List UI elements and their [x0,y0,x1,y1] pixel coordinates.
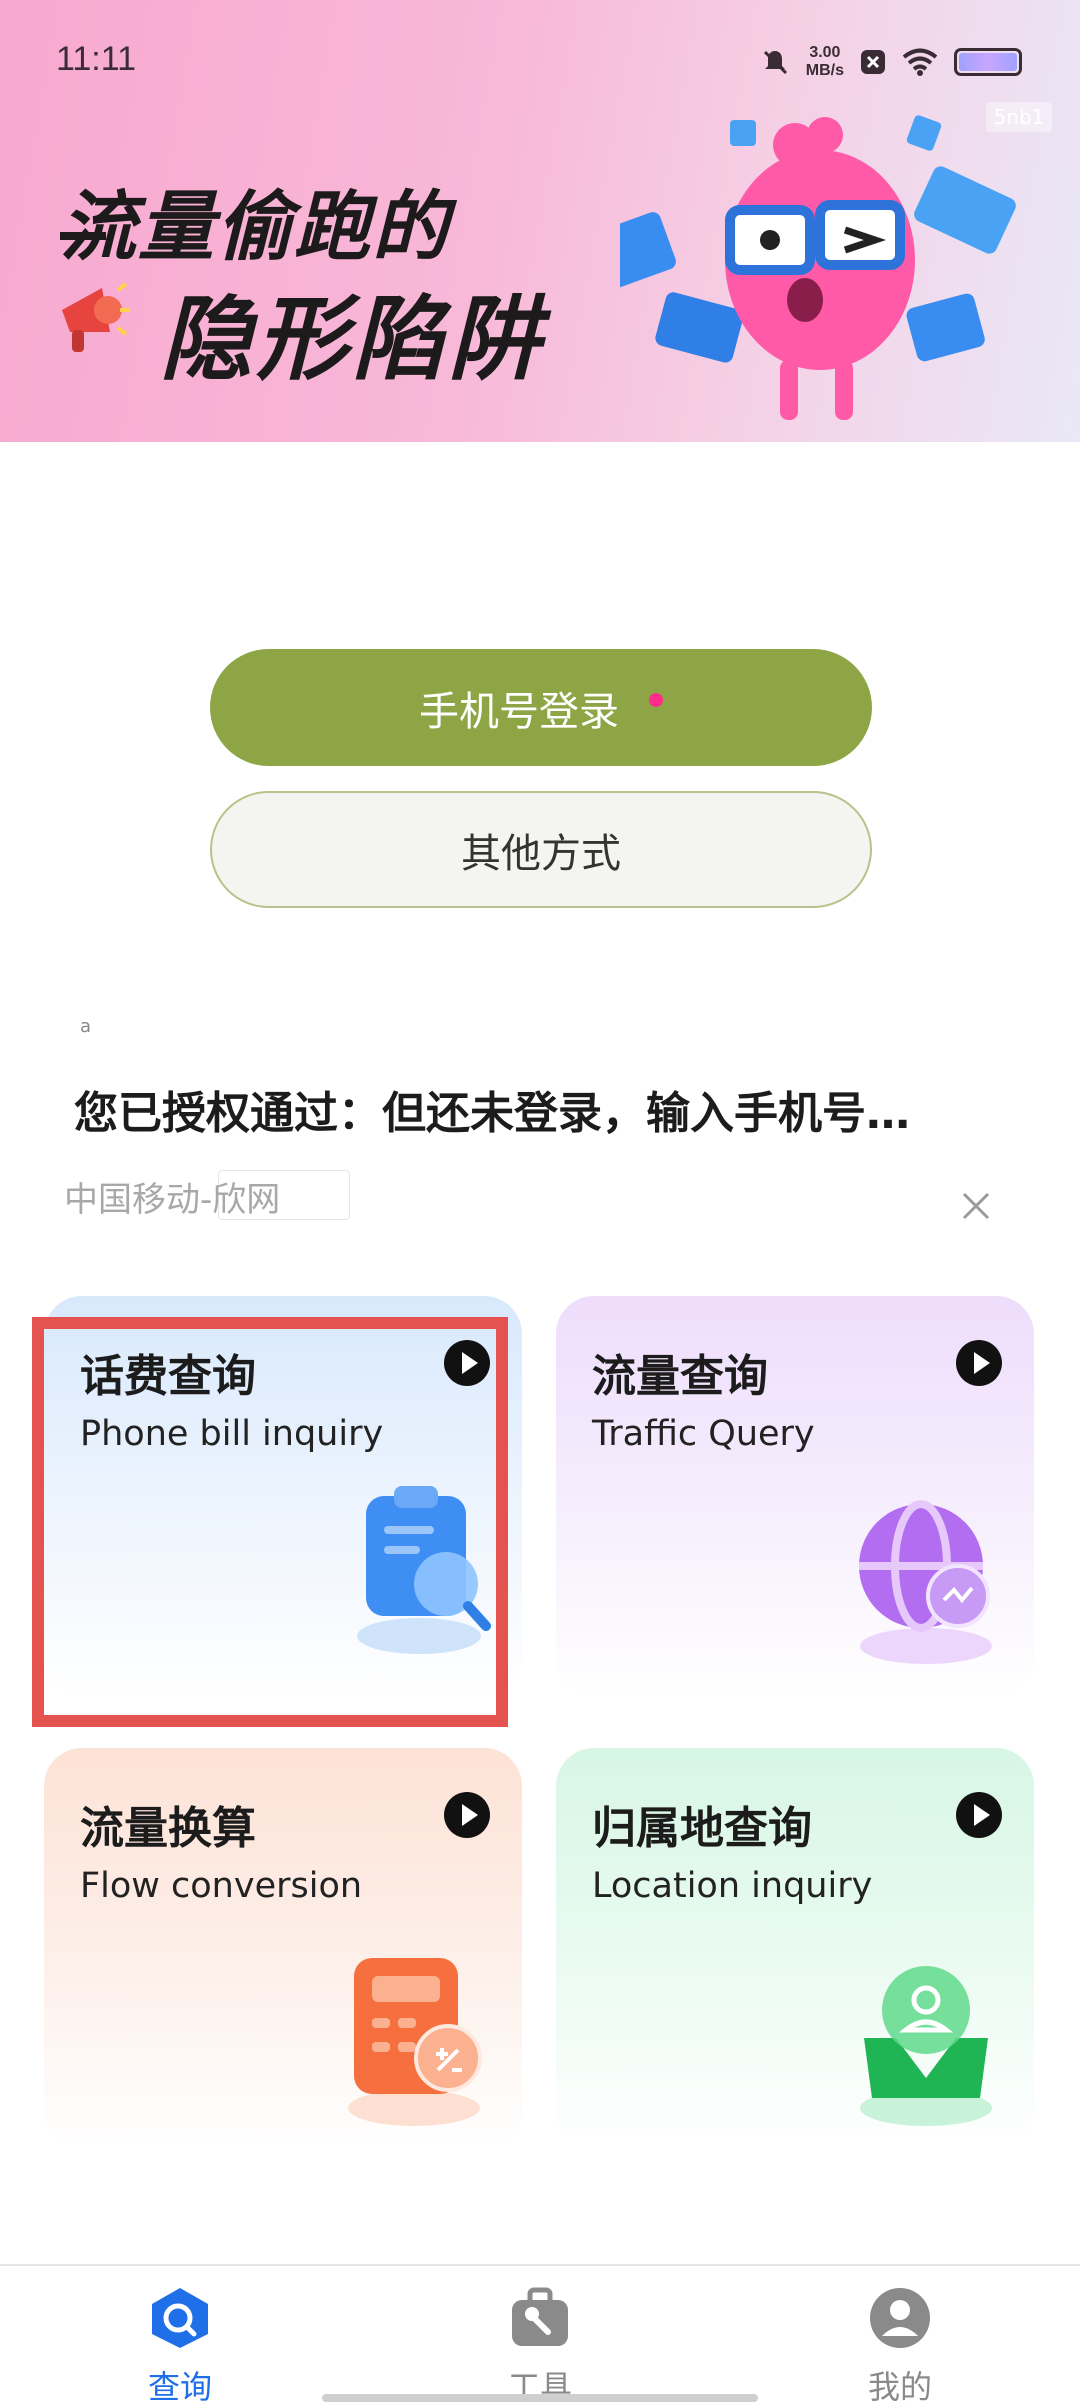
close-icon[interactable] [962,1192,990,1220]
tab-tools[interactable]: 工具 [470,2286,610,2408]
banner-headline-line1: 流量偷跑的 [60,182,450,271]
profile-icon [870,2288,930,2348]
battery-icon [954,48,1022,76]
home-indicator[interactable] [322,2394,758,2402]
play-icon[interactable] [956,1792,1002,1838]
calculator-icon [348,1958,482,2126]
query-icon [152,2288,208,2348]
card-title: 流量换算 [80,1803,256,1854]
status-time: 11:11 [56,40,137,78]
card-subtitle: Location inquiry [592,1866,873,1906]
mascot-illustration [620,115,1016,420]
tab-mine-label: 我的 [867,2368,932,2406]
card-location-inquiry[interactable]: 归属地查询 Location inquiry [556,1748,1034,2148]
other-login-button[interactable]: 其他方式 [210,791,872,908]
status-icons: 3.00 MB/s [760,44,1022,80]
toolbox-icon [512,2287,568,2346]
megaphone-icon [62,282,130,352]
banner-headline-line2: 隐形陷阱 [160,286,545,393]
phone-login-label: 手机号登录 [419,688,619,735]
card-subtitle: Traffic Query [592,1414,815,1454]
notification-dot [649,692,663,707]
bottom-nav: 查询 工具 我的 [0,2264,1080,2408]
ad-notice-text[interactable]: 您已授权通过：但还未登录，输入手机号… [74,1077,994,1141]
ad-source: 中国移动-欣网 [64,1180,281,1220]
wifi-icon [902,48,938,76]
play-icon[interactable] [956,1340,1002,1386]
card-traffic-query[interactable]: 流量查询 Traffic Query [556,1296,1034,1696]
notification-x-icon [861,50,885,74]
promo-banner[interactable]: 11:11 3.00 MB/s 5nb1 流量偷跑的 隐形陷阱 [0,0,1080,442]
card-title: 归属地查询 [592,1803,812,1854]
tab-query[interactable]: 查询 [110,2286,250,2408]
card-subtitle: Flow conversion [80,1866,363,1906]
mute-bell-icon [763,50,787,75]
tab-mine[interactable]: 我的 [830,2286,970,2408]
tab-query-label: 查询 [147,2368,212,2406]
globe-icon [859,1500,992,1664]
highlight-box [32,1317,508,1727]
other-login-label: 其他方式 [461,830,621,877]
ad-mark: a [80,1016,92,1037]
network-speed: 3.00 MB/s [805,44,844,79]
card-flow-conversion[interactable]: 流量换算 Flow conversion [44,1748,522,2148]
phone-login-button[interactable]: 手机号登录 [210,649,872,766]
card-title: 流量查询 [592,1351,768,1402]
location-pin-icon [860,1966,992,2126]
play-icon[interactable] [444,1792,490,1838]
